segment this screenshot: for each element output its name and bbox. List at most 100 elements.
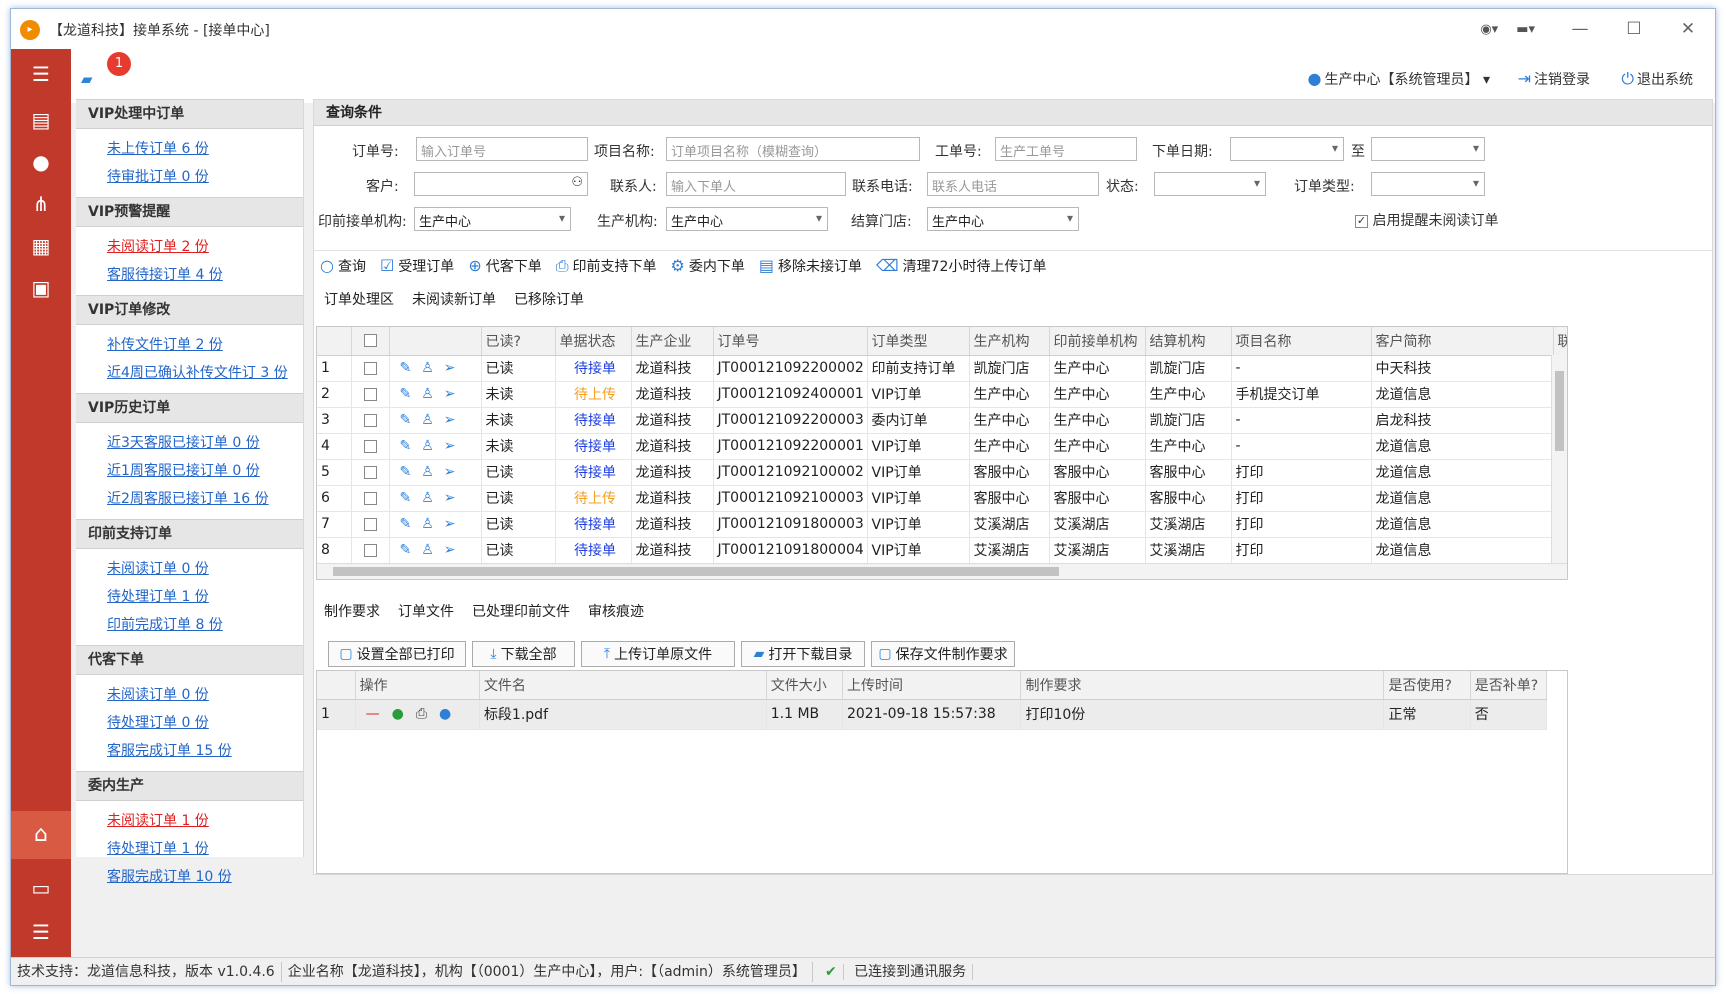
table-row[interactable]: 2 ✎♙➢ 未读 待上传 龙道科技 JT000121092400001 VIP订单 生产中心生… — [317, 381, 1567, 408]
row-checkbox[interactable] — [363, 439, 377, 453]
file-tab[interactable]: 审核痕迹 — [588, 601, 644, 621]
table-row[interactable]: 1 ✎♙➢ 已读 待接单 龙道科技 JT000121092200002 印前支持订单 凯旋门店… — [317, 355, 1567, 382]
file-action-button[interactable]: ▰ 打开下载目录 — [741, 641, 865, 667]
column-header[interactable]: 订单号 — [713, 327, 868, 356]
remind-checkbox[interactable]: ✓ 启用提醒未阅读订单 — [1355, 210, 1498, 230]
assign-user-icon[interactable]: ♙ — [421, 386, 444, 402]
file-action-button[interactable]: ⤓ 下载全部 — [472, 641, 575, 667]
close-button[interactable]: ✕ — [1661, 19, 1715, 39]
apps-icon[interactable]: ▦ — [24, 229, 58, 263]
file-action-button[interactable]: ▢ 保存文件制作要求 — [871, 641, 1015, 667]
skin-icon[interactable]: ◉▾ — [1480, 22, 1498, 37]
menu-icon[interactable]: ☰ — [24, 57, 58, 91]
nav-link[interactable]: 客服完成订单 10 份 — [107, 863, 303, 891]
file-tab[interactable]: 订单文件 — [398, 601, 454, 621]
clipboard-icon[interactable]: ▣ — [24, 271, 58, 305]
settle-store-select[interactable]: 生产中心✕ — [927, 207, 1079, 231]
maximize-button[interactable]: ☐ — [1607, 19, 1661, 39]
table-row[interactable]: 1 —●⎙● 标段1.pdf 1.1 MB 2021-09-18 15:57:38 打印1… — [317, 699, 1548, 730]
message-icon[interactable]: ▰ — [81, 70, 93, 88]
prepress-org-select[interactable]: 生产中心✕ — [414, 207, 571, 231]
nav-group-title[interactable]: VIP处理中订单 — [76, 99, 303, 129]
org-tree-icon[interactable]: ⋔ — [24, 187, 58, 221]
nav-group-title[interactable]: VIP预警提醒 — [76, 197, 303, 227]
edit-icon[interactable]: ✎ — [400, 412, 422, 428]
assign-user-icon[interactable]: ♙ — [421, 360, 444, 376]
assign-user-icon[interactable]: ♙ — [421, 464, 444, 480]
column-header[interactable]: 客户简称 — [1371, 327, 1554, 356]
toolbar-button[interactable]: ⊕ 代客下单 — [468, 256, 541, 276]
assign-user-icon[interactable]: ♙ — [421, 542, 444, 558]
print-icon[interactable]: ⎙ — [416, 706, 439, 722]
home-icon[interactable]: ⌂ — [11, 811, 71, 859]
column-header[interactable]: 已读? — [481, 327, 556, 356]
row-checkbox[interactable] — [363, 361, 377, 375]
scroll-thumb[interactable] — [1555, 371, 1564, 451]
order-tab[interactable]: 已移除订单 — [514, 289, 584, 309]
exit-button[interactable]: ⏻ 退出系统 — [1621, 69, 1693, 89]
nav-link[interactable]: 近3天客服已接订单 0 份 — [107, 429, 303, 457]
column-header[interactable]: 制作要求 — [1020, 671, 1385, 700]
orders-vertical-scrollbar[interactable] — [1551, 355, 1567, 563]
user-menu[interactable]: ● 生产中心【系统管理员】 ▾ — [1308, 69, 1490, 89]
customer-input[interactable]: ⚇ — [414, 172, 588, 196]
nav-link[interactable]: 补传文件订单 2 份 — [107, 331, 303, 359]
send-icon[interactable]: ➢ — [444, 516, 466, 532]
nav-link[interactable]: 近4周已确认补传文件订 3 份 — [107, 359, 303, 387]
logout-button[interactable]: ⇥ 注销登录 — [1518, 69, 1590, 89]
table-row[interactable]: 4 ✎♙➢ 未读 待接单 龙道科技 JT000121092200001 VIP订单 生产中心生… — [317, 433, 1567, 460]
minimize-button[interactable]: — — [1553, 19, 1607, 39]
edit-icon[interactable]: ✎ — [400, 386, 422, 402]
nav-link[interactable]: 近2周客服已接订单 16 份 — [107, 485, 303, 513]
scroll-thumb[interactable] — [333, 567, 1059, 576]
nav-link[interactable]: 未阅读订单 0 份 — [107, 681, 303, 709]
nav-link[interactable]: 未阅读订单 1 份 — [107, 807, 303, 835]
send-icon[interactable]: ➢ — [444, 360, 466, 376]
column-header[interactable]: 项目名称 — [1231, 327, 1372, 356]
toolbar-button[interactable]: ○ 查询 — [320, 256, 366, 276]
nav-group-title[interactable]: 代客下单 — [76, 645, 303, 675]
document-icon[interactable]: ▤ — [24, 103, 58, 137]
table-row[interactable]: 3 ✎♙➢ 未读 待接单 龙道科技 JT000121092200003 委内订单 生产中心 生产… — [317, 407, 1567, 434]
column-header[interactable]: 操作 — [355, 671, 480, 700]
send-icon[interactable]: ➢ — [444, 438, 466, 454]
column-header[interactable]: 生产机构 — [969, 327, 1050, 356]
edit-icon[interactable]: ✎ — [400, 542, 422, 558]
send-icon[interactable]: ➢ — [444, 542, 466, 558]
nav-link[interactable]: 近1周客服已接订单 0 份 — [107, 457, 303, 485]
language-flag-icon[interactable]: ▬▾ — [1516, 22, 1535, 37]
toolbar-button[interactable]: ⚙ 委内下单 — [671, 256, 745, 276]
table-row[interactable]: 8 ✎♙➢ 已读 待接单 龙道科技 JT000121091800004 VIP订单 艾溪湖店艾… — [317, 537, 1567, 564]
nav-link[interactable]: 待处理订单 0 份 — [107, 709, 303, 737]
order-no-input[interactable]: 输入订单号 — [416, 137, 588, 161]
prod-org-select[interactable]: 生产中心✕ — [666, 207, 828, 231]
column-header[interactable]: 印前接单机构 — [1049, 327, 1146, 356]
contact-input[interactable]: 输入下单人 — [666, 172, 846, 196]
assign-user-icon[interactable]: ♙ — [421, 516, 444, 532]
column-header[interactable]: 联系 — [1553, 327, 1567, 356]
file-action-button[interactable]: ▢ 设置全部已打印 — [328, 641, 466, 667]
nav-link[interactable]: 客服完成订单 15 份 — [107, 737, 303, 765]
edit-icon[interactable]: ✎ — [400, 360, 422, 376]
row-checkbox[interactable] — [363, 491, 377, 505]
delete-icon[interactable]: — — [366, 706, 392, 722]
order-tab[interactable]: 订单处理区 — [324, 289, 394, 309]
row-checkbox[interactable] — [363, 465, 377, 479]
nav-link[interactable]: 未上传订单 6 份 — [107, 135, 303, 163]
orders-horizontal-scrollbar[interactable] — [317, 563, 1567, 579]
send-icon[interactable]: ➢ — [444, 386, 466, 402]
nav-link[interactable]: 待处理订单 1 份 — [107, 835, 303, 863]
menu-bottom-icon[interactable]: ☰ — [24, 915, 58, 949]
nav-group-title[interactable]: 委内生产 — [76, 771, 303, 801]
nav-link[interactable]: 未阅读订单 0 份 — [107, 555, 303, 583]
edit-icon[interactable]: ✎ — [400, 516, 422, 532]
send-icon[interactable]: ➢ — [444, 412, 466, 428]
edit-icon[interactable]: ✎ — [400, 464, 422, 480]
send-icon[interactable]: ➢ — [444, 490, 466, 506]
nav-link[interactable]: 待处理订单 1 份 — [107, 583, 303, 611]
column-header[interactable]: 文件大小 — [766, 671, 843, 700]
select-all-checkbox[interactable] — [363, 334, 377, 348]
table-row[interactable]: 6 ✎♙➢ 已读 待上传 龙道科技 JT000121092100003 VIP订单 客服中心客… — [317, 485, 1567, 512]
nav-group-title[interactable]: 印前支持订单 — [76, 519, 303, 549]
phone-input[interactable]: 联系人电话 — [927, 172, 1099, 196]
